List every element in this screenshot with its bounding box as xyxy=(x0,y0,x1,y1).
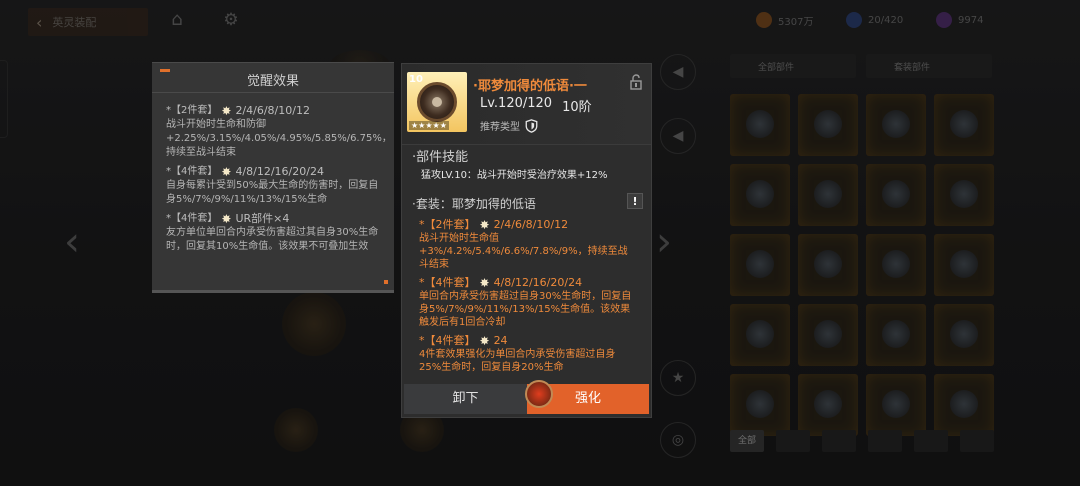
part-stars: ★★★★★ xyxy=(409,121,449,130)
awaken-title: 觉醒效果 xyxy=(246,74,299,89)
set-tag: *【4件套】 xyxy=(419,276,476,289)
enhance-button-label: 强化 xyxy=(574,391,601,406)
part-name: ·耶梦加得的低语·一 xyxy=(473,79,587,94)
set-entry: *【4件套】 ✸ 24 4件套效果强化为单回合内承受伤害超过自身25%生命时，回… xyxy=(419,334,634,374)
awaken-star-icon: ✸ xyxy=(479,276,490,290)
set-tag: *【2件套】 xyxy=(419,218,476,231)
set-description: 4件套效果强化为单回合内承受伤害超过自身25%生命时，回复自身20%生命 xyxy=(419,349,616,373)
awaken-star-icon: ✸ xyxy=(221,165,232,179)
part-header: 10 ★★★★★ ·耶梦加得的低语·一 Lv.120/120 10阶 推荐类型 xyxy=(402,64,651,144)
set-tag: *【4件套】 xyxy=(419,334,476,347)
set-section: ·套装：耶梦加得的低语 ! *【2件套】 ✸ 2/4/6/8/10/12 战斗开… xyxy=(402,193,651,374)
part-level: Lv.120/120 xyxy=(480,96,553,111)
set-entry: *【4件套】 ✸ 4/8/12/16/20/24 单回合内承受伤害超过自身30%… xyxy=(419,276,634,329)
awaken-entry: *【4件套】 ✸ UR部件×4 友方单位单回合内承受伤害超过其自身30%生命时，… xyxy=(166,212,388,254)
set-description: 战斗开始时生命值+3%/4.2%/5.4%/6.6%/7.8%/9%，持续至战斗… xyxy=(419,233,628,270)
set-levels: 4/8/12/16/20/24 xyxy=(493,276,583,289)
awaken-entries: *【2件套】 ✸ 2/4/6/8/10/12 战斗开始时生命和防御+2.25%/… xyxy=(166,104,392,259)
skill-description: 猛攻LV.10：战斗开始时受治疗效果+12% xyxy=(421,170,608,181)
part-detail-scroll[interactable]: ·部件技能 猛攻LV.10：战斗开始时受治疗效果+12% ·套装：耶梦加得的低语… xyxy=(402,146,651,382)
enhance-badge-icon xyxy=(525,380,553,408)
awaken-levels: 2/4/6/8/10/12 xyxy=(235,104,310,117)
part-gear-icon xyxy=(417,82,457,122)
set-section-title: ·套装：耶梦加得的低语 xyxy=(412,197,536,211)
awaken-levels: UR部件×4 xyxy=(235,212,290,225)
action-buttons: 卸下 强化 xyxy=(404,380,649,414)
info-icon[interactable]: ! xyxy=(627,193,643,209)
awaken-star-icon: ✸ xyxy=(479,334,490,348)
part-level-row: Lv.120/120 10阶 xyxy=(480,96,592,115)
awaken-entry: *【4件套】 ✸ 4/8/12/16/20/24 自身每累计受到50%最大生命的… xyxy=(166,165,388,207)
corner-accent xyxy=(384,280,388,284)
recommend-type-label: 推荐类型 xyxy=(480,122,520,133)
awaken-star-icon: ✸ xyxy=(221,104,232,118)
awaken-description: 战斗开始时生命和防御+2.25%/3.15%/4.05%/4.95%/5.85%… xyxy=(166,119,392,158)
skill-section-title: ·部件技能 xyxy=(412,150,469,165)
set-entries: *【2件套】 ✸ 2/4/6/8/10/12 战斗开始时生命值+3%/4.2%/… xyxy=(402,218,634,374)
part-thumbnail: 10 ★★★★★ xyxy=(407,72,467,132)
awaken-description: 自身每累计受到50%最大生命的伤害时，回复自身5%/7%/9%/11%/13%/… xyxy=(166,180,379,205)
awaken-star-icon: ✸ xyxy=(221,212,232,226)
enhance-button[interactable]: 强化 xyxy=(525,380,649,414)
part-recommend-type: 推荐类型 xyxy=(480,118,538,133)
set-tag: *【2件套】 xyxy=(166,105,218,116)
set-levels: 2/4/6/8/10/12 xyxy=(493,218,569,231)
part-rank: 10阶 xyxy=(562,100,592,115)
set-levels: 24 xyxy=(493,334,508,347)
part-detail-panel: 10 ★★★★★ ·耶梦加得的低语·一 Lv.120/120 10阶 推荐类型 … xyxy=(401,63,652,418)
awaken-entry: *【2件套】 ✸ 2/4/6/8/10/12 战斗开始时生命和防御+2.25%/… xyxy=(166,104,392,160)
set-description: 单回合内承受伤害超过自身30%生命时，回复自身5%/7%/9%/11%/13%/… xyxy=(419,291,632,328)
set-tag: *【4件套】 xyxy=(166,166,218,177)
set-entry: *【2件套】 ✸ 2/4/6/8/10/12 战斗开始时生命值+3%/4.2%/… xyxy=(419,218,634,271)
divider xyxy=(152,92,394,93)
awaken-levels: 4/8/12/16/20/24 xyxy=(235,165,324,178)
unequip-button[interactable]: 卸下 xyxy=(404,384,527,414)
awaken-description: 友方单位单回合内承受伤害超过其自身30%生命时，回复其10%生命值。该效果不可叠… xyxy=(166,227,379,252)
part-rank-badge: 10 xyxy=(409,74,423,85)
awaken-effect-panel: 觉醒效果 *【2件套】 ✸ 2/4/6/8/10/12 战斗开始时生命和防御+2… xyxy=(152,62,394,293)
awaken-star-icon: ✸ xyxy=(479,218,490,232)
divider xyxy=(402,144,651,145)
lock-icon[interactable] xyxy=(628,74,644,90)
set-tag: *【4件套】 xyxy=(166,213,218,224)
shield-icon xyxy=(525,118,538,133)
